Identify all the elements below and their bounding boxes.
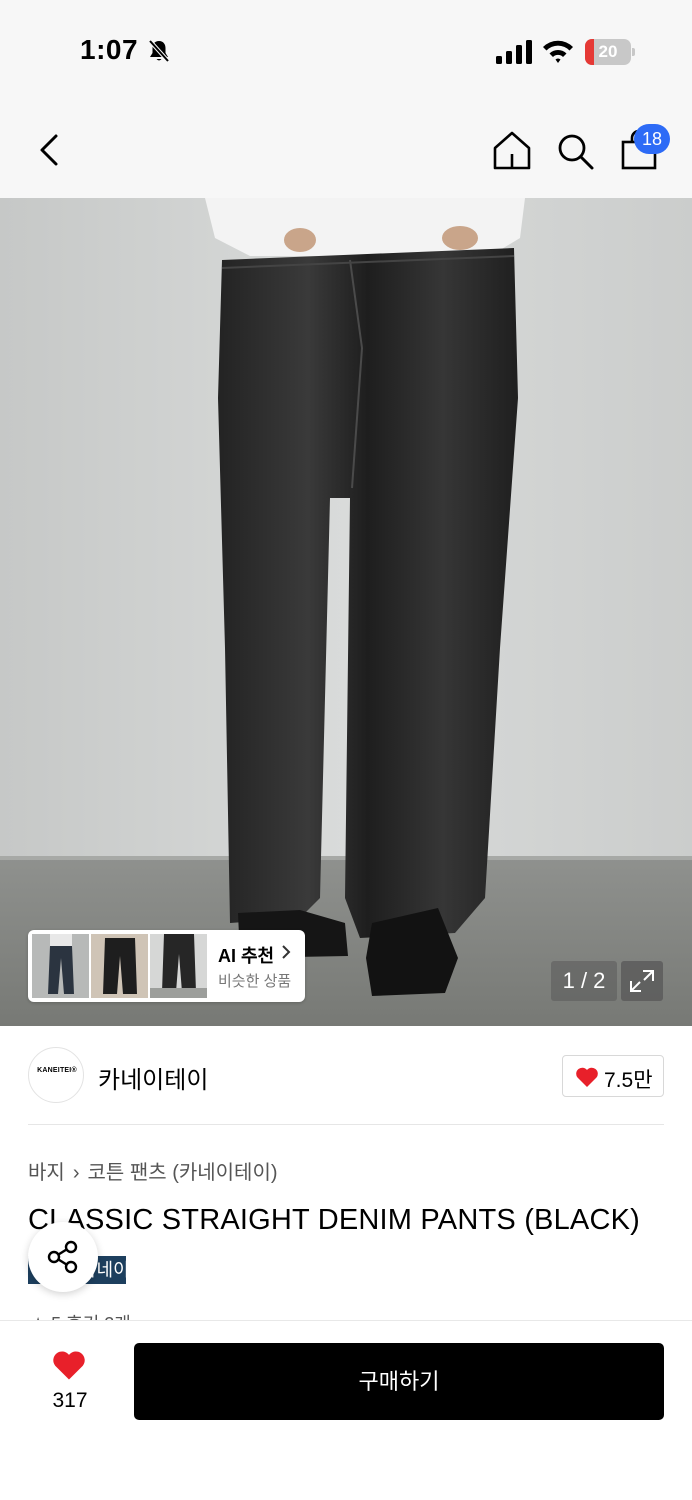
- breadcrumb-category[interactable]: 바지: [28, 1162, 65, 1184]
- ai-thumbnail-1[interactable]: [32, 934, 89, 998]
- share-icon: [47, 1240, 78, 1274]
- status-time: 1:07: [80, 34, 139, 65]
- ai-recommend-subtitle: 비슷한 상품: [218, 973, 292, 990]
- product-photo: [0, 198, 692, 1026]
- product-like-count: 317: [52, 1389, 88, 1412]
- battery-body: 20: [585, 39, 631, 65]
- breadcrumb-subcategory[interactable]: 코튼 팬츠 (카네이테이): [87, 1162, 277, 1184]
- share-button[interactable]: [28, 1222, 98, 1292]
- thumbnail-image: [91, 934, 148, 998]
- brand-like-count: 7.5만: [604, 1069, 653, 1092]
- battery-tip: [632, 48, 635, 56]
- battery-level: 20: [598, 42, 618, 61]
- breadcrumb-separator-icon: ›: [72, 1162, 80, 1184]
- cart-count-badge: 18: [634, 124, 670, 154]
- ai-thumbnail-3[interactable]: [150, 934, 207, 998]
- thumbnail-image: [150, 934, 207, 998]
- thumbnail-image: [32, 934, 89, 998]
- product-like-button[interactable]: 317: [40, 1343, 100, 1423]
- image-page-indicator: 1 / 2: [551, 961, 617, 1001]
- bell-off-icon: [148, 39, 170, 63]
- expand-icon[interactable]: [621, 961, 663, 1001]
- search-icon[interactable]: [554, 130, 596, 172]
- product-title: CLASSIC STRAIGHT DENIM PANTS (BLACK): [28, 1204, 641, 1236]
- breadcrumb: 바지 › 코튼 팬츠 (카네이테이): [28, 1156, 278, 1185]
- ai-recommend-title: AI 추천: [218, 946, 275, 966]
- heart-icon: [576, 1067, 598, 1087]
- heart-icon: [53, 1351, 85, 1380]
- brand-logo-text: KANEITEI®: [37, 1067, 77, 1074]
- ai-recommend-card[interactable]: AI 추천 비슷한 상품: [28, 930, 305, 1002]
- brand-name[interactable]: 카네이테이: [98, 1060, 208, 1095]
- top-navigation-bar: [0, 100, 692, 198]
- section-divider: [28, 1124, 664, 1125]
- bottom-action-bar: 317 구매하기: [0, 1320, 692, 1500]
- cellular-signal-icon: [496, 40, 532, 64]
- chevron-right-icon: [282, 945, 291, 959]
- home-icon[interactable]: [490, 130, 534, 172]
- wifi-icon: [543, 40, 573, 63]
- brand-like-button[interactable]: 7.5만: [562, 1055, 664, 1097]
- battery-indicator: 20: [585, 39, 635, 65]
- back-chevron-icon[interactable]: [30, 130, 70, 170]
- buy-button[interactable]: 구매하기: [134, 1343, 664, 1420]
- brand-logo[interactable]: KANEITEI®: [28, 1047, 84, 1103]
- ai-thumbnail-2[interactable]: [91, 934, 148, 998]
- product-main-image[interactable]: [0, 198, 692, 1026]
- status-bar: 1:07 20: [0, 0, 692, 100]
